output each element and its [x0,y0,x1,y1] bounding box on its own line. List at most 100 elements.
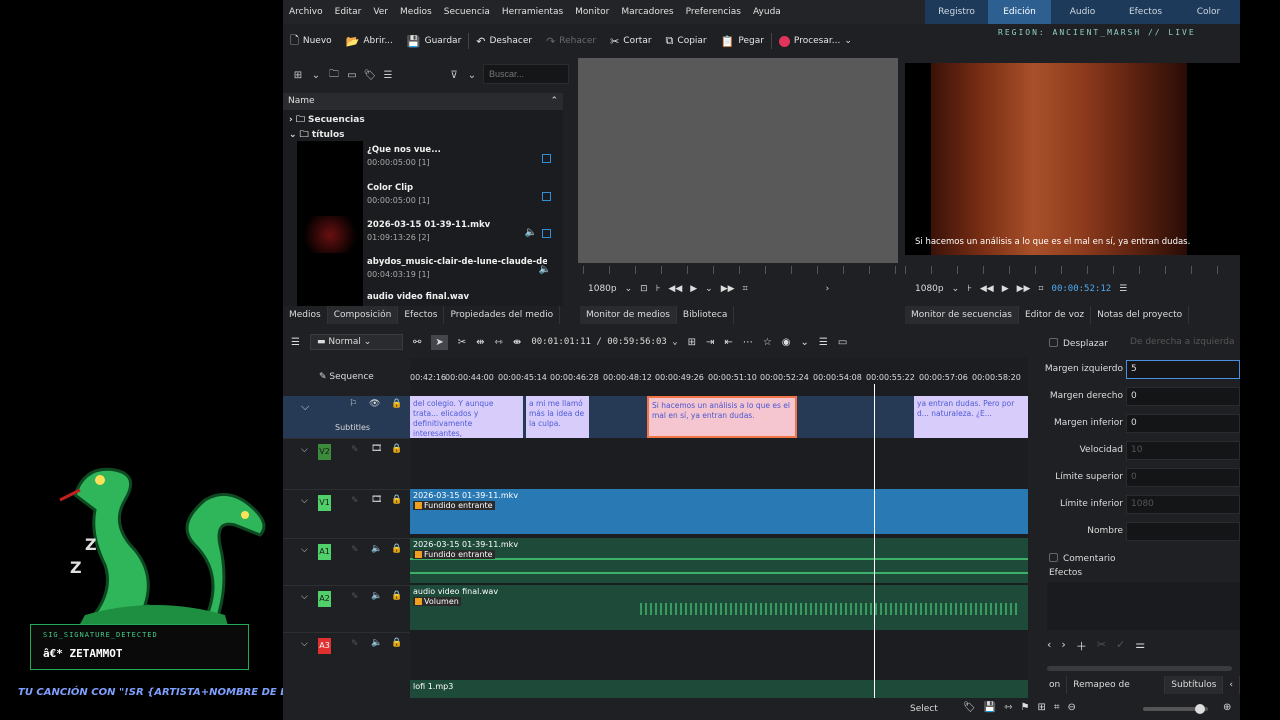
collapse-icon[interactable]: ⌵ [301,545,308,555]
tab-color[interactable]: Color [1177,0,1240,24]
track-header-a1[interactable]: ⌵ A1 ✎ 🔈 🔒 [283,538,410,586]
track-header-a3[interactable]: ⌵ A3 ✎ 🔈 🔒 [283,632,410,680]
undo-button[interactable]: ↶ Deshacer [469,35,539,48]
film-icon[interactable]: 🎞 [371,495,382,505]
razor-tool-icon[interactable]: ✂ [458,337,466,348]
bin-search-input[interactable] [483,64,569,84]
chevron-down-icon[interactable]: ⌄ [952,284,960,294]
right-margin-input[interactable]: 0 [1126,387,1240,406]
effect-badge[interactable]: Volumen [413,597,461,606]
chevron-down-icon[interactable]: ⌄ [625,284,633,294]
tag-icon[interactable]: 🏷 [963,702,976,713]
menu-monitor[interactable]: Monitor [569,7,615,17]
split-view-icon[interactable]: ☰ [819,337,828,348]
zone-icon[interactable]: ⌗ [1054,702,1060,713]
subtitle-track-header[interactable]: ⌵ ⚐ 👁 🔒 Subtitles [283,396,410,438]
favorite-icon[interactable]: ☆ [763,337,772,348]
multicam-tool-icon[interactable]: ⇼ [513,337,521,348]
name-input[interactable] [1126,522,1240,541]
bin-column-header[interactable]: Name ⌃ [283,93,563,110]
lock-icon[interactable]: 🔒 [391,399,402,409]
new-button[interactable]: 🗋 Nuevo [283,32,339,51]
eye-icon[interactable]: 👁 [369,399,380,409]
zone-icon[interactable]: ⌗ [743,284,748,294]
next-icon[interactable]: › [1061,638,1065,654]
lock-icon[interactable]: 🔒 [391,591,402,601]
bin-clip[interactable]: audio video final.wav [297,288,563,306]
effect-badge[interactable]: Fundido entrante [413,550,495,559]
tab-registro[interactable]: Registro [925,0,988,24]
save-button[interactable]: 💾 Guardar [400,35,468,48]
spacer-tool-icon[interactable]: ⇹ [476,337,484,348]
project-monitor-screen[interactable]: Si hacemos un análisis a lo que es el ma… [905,63,1240,255]
overwrite-icon[interactable]: ⋯ [743,337,753,348]
chevron-right-icon[interactable]: › [826,284,830,294]
play-icon[interactable]: ▶ [1002,284,1009,294]
forward-icon[interactable]: ▶▶ [721,284,735,294]
effects-icon[interactable]: ✎ [351,592,359,602]
track-header-v2[interactable]: ⌵ V2 ✎ 🎞 🔒 [283,438,410,486]
subtitle-clip[interactable]: del colegio. Y aunque trata... elicados … [410,396,523,438]
zone-icon[interactable]: ⌗ [1038,284,1043,294]
tab-remapeo[interactable]: Remapeo de tiempo [1067,676,1166,708]
copy-button[interactable]: ⧉ Copiar [659,34,714,48]
video-clip-v1[interactable]: 2026-03-15 01-39-11.mkv Fundido entrante [410,489,1028,534]
speaker-icon[interactable]: 🔈 [371,591,382,601]
play-icon[interactable]: ▶ [690,284,697,294]
bin-icon[interactable]: ▭ [345,70,359,81]
menu-ver[interactable]: Ver [367,7,394,17]
tab-biblioteca[interactable]: Biblioteca [677,306,735,324]
resolution-select[interactable]: 1080p [915,284,944,294]
direction-select[interactable]: De derecha a izquierda [1126,334,1240,353]
apply-icon[interactable]: ✓ [1116,638,1125,654]
resolution-select[interactable]: 1080p [588,284,617,294]
effects-icon[interactable]: ✎ [351,445,359,455]
bottom-margin-input[interactable]: 0 [1126,414,1240,433]
bin-clip[interactable]: ¿Que nos vue... 00:00:05:00 [1] [297,141,563,179]
tab-efectos[interactable]: Efectos [1114,0,1177,24]
tab-monitor-secuencias[interactable]: Monitor de secuencias [905,306,1019,324]
redo-button[interactable]: ↷ Rehacer [539,35,603,48]
magnet-icon[interactable]: ⚯ [413,337,421,348]
chevron-down-icon[interactable]: ⌄ [465,70,479,81]
chevron-left-icon[interactable]: ‹ [1223,676,1240,694]
resize-icon[interactable]: ⇿ [1004,702,1012,713]
project-monitor-ruler[interactable] [905,266,1235,274]
tab-efectos-panel[interactable]: Efectos [398,306,445,324]
zoom-in-icon[interactable]: ⊕ [1223,702,1231,713]
slip-tool-icon[interactable]: ⇿ [495,337,503,348]
speaker-icon[interactable]: 🔈 [371,638,382,648]
lock-icon[interactable]: 🔒 [391,544,402,554]
chevron-down-icon[interactable]: ⌄ [801,337,809,348]
collapse-icon[interactable]: ⌵ [301,496,308,506]
scroll-checkbox[interactable]: Desplazar [1049,338,1108,349]
tag-icon[interactable]: 🏷 [363,70,377,81]
menu-icon[interactable]: ☰ [1119,284,1127,294]
zoom-handle[interactable] [1195,704,1205,714]
collapse-icon[interactable]: ⌵ [301,592,308,602]
tab-transition[interactable]: on [1043,676,1068,694]
settings-icon[interactable]: ⚌ [1135,638,1145,654]
delete-icon[interactable]: ✂ [1097,638,1106,654]
list-view-icon[interactable]: ☰ [381,70,395,81]
folder-secuencias[interactable]: › 🗀 Secuencias [289,112,365,128]
menu-archivo[interactable]: Archivo [283,7,329,17]
flag-icon[interactable]: ⚑ [1021,702,1030,713]
menu-herramientas[interactable]: Herramientas [496,7,569,17]
record-icon[interactable]: ◉ [782,337,791,348]
subtitle-clip[interactable]: ya entran dudas. Pero por d... naturalez… [914,396,1028,438]
timeline-timecode[interactable]: 00:01:01:11 / 00:59:56:03 ⌄ [531,337,677,347]
forward-icon[interactable]: ▶▶ [1017,284,1031,294]
menu-medios[interactable]: Medios [394,7,438,17]
menu-editar[interactable]: Editar [329,7,368,17]
track-header-a2[interactable]: ⌵ A2 ✎ 🔈 🔒 [283,585,410,633]
tab-notas[interactable]: Notas del proyecto [1091,306,1190,324]
comment-checkbox[interactable]: Comentario [1049,553,1116,564]
horizontal-scrollbar[interactable] [1047,666,1232,671]
mark-in-icon[interactable]: ⊦ [656,284,661,294]
audio-clip-a2[interactable]: audio video final.wav Volumen [410,585,1028,630]
open-button[interactable]: 📂 Abrir... [339,35,400,48]
ripple-icon[interactable]: ⊞ [1038,702,1046,713]
fullscreen-icon[interactable]: ⊡ [640,284,648,294]
playhead[interactable] [874,384,875,720]
